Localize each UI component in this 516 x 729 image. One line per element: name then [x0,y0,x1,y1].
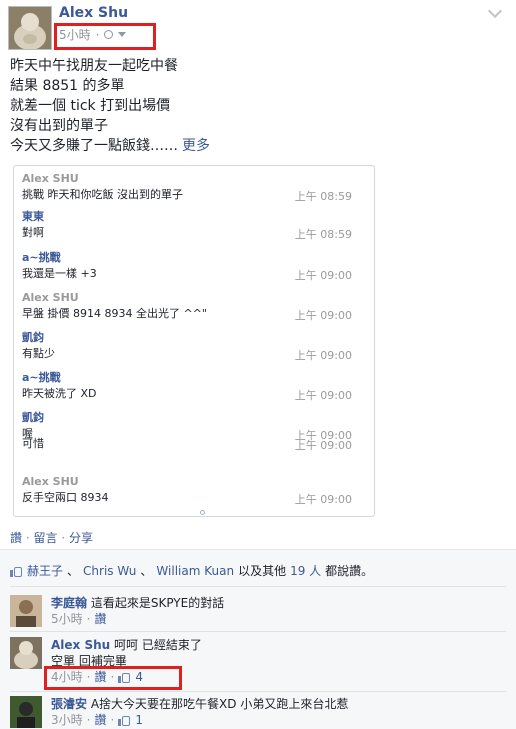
likes-summary: 赫王子 、 Chris Wu 、 William Kuan 以及其他 19 人 … [10,562,373,579]
post-line: 沒有出到的單子 [10,118,108,134]
chat-sender: Alex SHU [22,291,79,304]
chat-message: Alex SHU 早盤 掛價 8914 8934 全出光了 ^^" 上午 09:… [22,291,362,322]
chat-time: 上午 09:00 [294,269,352,282]
commenter-avatar[interactable] [10,696,42,728]
commenter-avatar[interactable] [10,637,42,669]
other-likers-link[interactable]: 19 人 [290,562,321,579]
chat-sender: 凱鈞 [22,411,44,424]
comment-link[interactable]: 留言 [34,531,58,545]
commenter-name[interactable]: 李庭翰 [51,596,87,610]
see-more-link[interactable]: 更多 [182,138,210,154]
chat-sender: Alex SHU [22,475,79,488]
chat-sender: a~挑戰 [22,371,61,384]
author-avatar[interactable] [8,6,52,50]
post-line: 就差一個 tick 打到出場價 [10,98,171,114]
comment-time[interactable]: 5小時 [51,611,83,627]
chat-time: 上午 09:00 [294,439,352,452]
feedback-section: 赫王子 、 Chris Wu 、 William Kuan 以及其他 19 人 … [0,549,516,729]
chat-message: a~挑戰 我還是一樣 +3 上午 09:00 [22,251,362,282]
chat-message: 可惜 上午 09:00 [22,435,362,452]
chat-time: 上午 09:00 [294,389,352,402]
chat-sender: 凱鈞 [22,331,44,344]
comment-like-link[interactable]: 讚 [94,611,106,627]
post-line: 今天又多賺了一點飯錢…… [10,138,178,154]
comment-time[interactable]: 3小時 [51,712,83,728]
chat-time: 上午 09:00 [294,493,352,506]
liker-name[interactable]: William Kuan [156,564,234,578]
commenter-name[interactable]: Alex Shu [51,638,110,652]
comment-like-count[interactable]: 1 [135,712,143,728]
chat-sender: 東東 [22,210,44,223]
comment-text: A捨大今天要在那吃午餐XD 小弟又跑上來台北惹 [90,697,349,711]
post-line: 結果 8851 的多單 [10,78,125,94]
comment-meta: 3小時 · 讚 · 1 [51,712,143,728]
scroll-indicator [200,510,205,515]
highlight-box-post-time [54,23,156,50]
chat-time: 上午 08:59 [294,190,352,203]
liker-name[interactable]: Chris Wu [83,564,136,578]
chat-message: a~挑戰 昨天被洗了 XD 上午 09:00 [22,371,362,402]
post-card: Alex Shu 5小時 · 昨天中午找朋友一起吃中餐 結果 8851 的多單 … [0,0,516,548]
comment-text: 呵呵 已經結束了 [114,638,202,652]
chat-sender: a~挑戰 [22,251,61,264]
comment-text: 這看起來是SKPYE的對話 [90,596,225,610]
divider [10,631,506,632]
comment-meta: 5小時 · 讚 [51,611,107,627]
chat-message: 東東 對啊 上午 08:59 [22,210,362,241]
commenter-avatar[interactable] [10,595,42,627]
divider [10,691,506,692]
chat-message: 凱鈞 有點少 上午 09:00 [22,331,362,362]
chat-time: 上午 09:00 [294,349,352,362]
chat-time: 上午 08:59 [294,228,352,241]
like-link[interactable]: 讚 [10,531,22,545]
highlight-box-comment-meta [44,666,182,690]
liker-name[interactable]: 赫王子 [27,562,63,579]
chat-screenshot: Alex SHU 挑戰 昨天和你吃飯 沒出到的單子 上午 08:59 東東 對啊… [13,165,375,517]
chat-time: 上午 09:00 [294,309,352,322]
commenter-name[interactable]: 張濬安 [51,697,87,711]
post-author[interactable]: Alex Shu [59,5,128,21]
post-actions: 讚 · 留言 · 分享 [10,531,94,545]
thumbs-up-icon [118,714,131,726]
chevron-down-icon[interactable] [487,3,503,19]
chat-message: Alex SHU 挑戰 昨天和你吃飯 沒出到的單子 上午 08:59 [22,172,362,203]
divider [10,586,506,587]
thumbs-up-icon [10,565,23,577]
comment-like-link[interactable]: 讚 [94,712,106,728]
chat-sender: Alex SHU [22,172,79,185]
post-body: 昨天中午找朋友一起吃中餐 結果 8851 的多單 就差一個 tick 打到出場價… [10,56,210,156]
share-link[interactable]: 分享 [69,531,93,545]
post-line: 昨天中午找朋友一起吃中餐 [10,58,178,74]
chat-message: Alex SHU 反手空兩口 8934 上午 09:00 [22,475,362,506]
